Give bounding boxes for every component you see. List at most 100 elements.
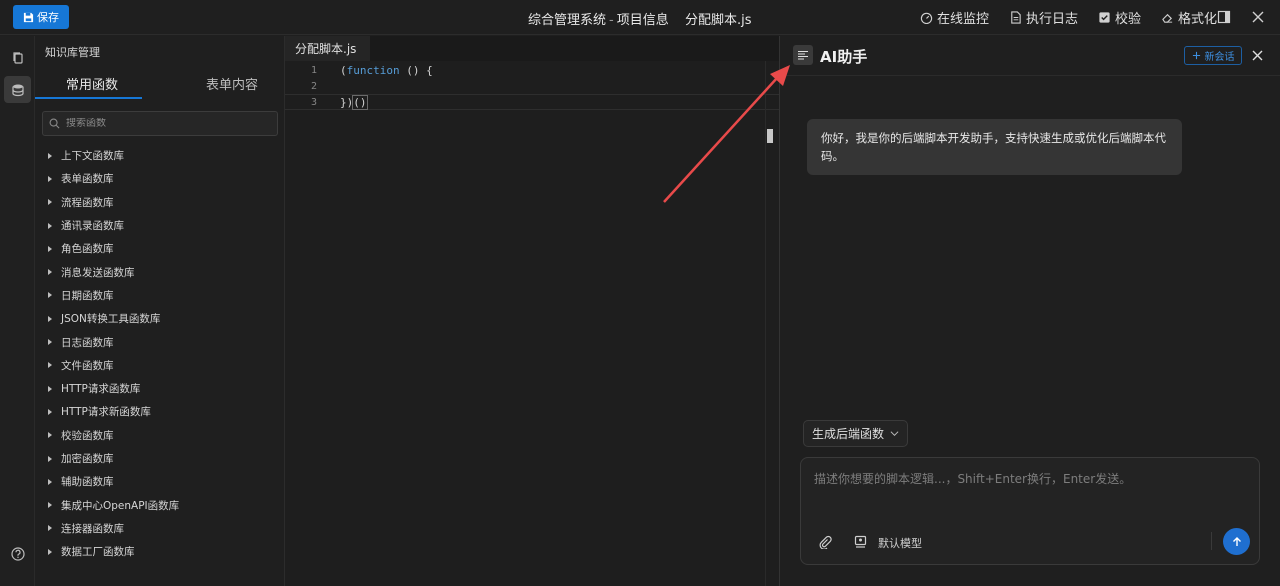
save-label: 保存 [37, 11, 59, 24]
sidebar-tabs: 常用函数 表单内容 [35, 66, 284, 100]
eraser-icon [1162, 13, 1173, 23]
caret-right-icon [48, 432, 52, 439]
system-name: 综合管理系统 [528, 13, 607, 28]
cursor-position-marker [767, 129, 773, 143]
online-monitor-button[interactable]: 在线监控 [920, 8, 989, 27]
save-button[interactable]: 保存 [13, 5, 69, 29]
database-icon [11, 84, 24, 96]
validate-button[interactable]: 校验 [1098, 8, 1141, 27]
library-item[interactable]: 集成中心OpenAPI函数库 [35, 493, 284, 516]
page-title-file: 分配脚本.js [685, 13, 752, 28]
library-item-label: 日志函数库 [61, 336, 114, 349]
library-item[interactable]: 角色函数库 [35, 237, 284, 260]
caret-right-icon [48, 292, 52, 299]
close-icon[interactable] [1251, 10, 1265, 24]
library-item-label: 连接器函数库 [61, 522, 124, 535]
library-item-label: 流程函数库 [61, 196, 114, 209]
execution-log-label: 执行日志 [1026, 12, 1079, 27]
code-line: 1 (function () { [285, 62, 779, 78]
caret-right-icon [48, 525, 52, 532]
new-chat-button[interactable]: 新会话 [1184, 46, 1242, 65]
tab-form-content[interactable]: 表单内容 [206, 74, 258, 93]
code-text: (function () { [340, 63, 433, 77]
save-icon [23, 12, 34, 22]
checkbox-icon [1099, 12, 1110, 23]
library-item[interactable]: 日志函数库 [35, 330, 284, 353]
library-item[interactable]: 辅助函数库 [35, 470, 284, 493]
document-icon [1011, 11, 1021, 24]
chat-input[interactable] [814, 470, 1244, 510]
caret-right-icon [48, 222, 52, 229]
ai-header: AI助手 新会话 [780, 36, 1280, 76]
help-rail-button[interactable] [4, 540, 31, 567]
dashboard-icon [920, 12, 933, 24]
caret-right-icon [48, 339, 52, 346]
activity-rail [0, 36, 35, 586]
library-item-label: 加密函数库 [61, 453, 114, 465]
input-divider [1211, 532, 1212, 550]
execution-log-button[interactable]: 执行日志 [1009, 8, 1078, 27]
format-button[interactable]: 格式化 [1161, 8, 1217, 27]
library-item-label: 上下文函数库 [61, 150, 124, 163]
library-item[interactable]: 日期函数库 [35, 284, 284, 307]
files-rail-button[interactable] [4, 44, 31, 71]
online-monitor-label: 在线监控 [937, 12, 990, 27]
caret-right-icon [48, 362, 52, 369]
top-bar: 保存 综合管理系统 - 项目信息 分配脚本.js 在线监控 执行日志 校验 格式化 [0, 0, 1280, 35]
chevron-down-icon [890, 431, 899, 437]
library-item[interactable]: JSON转换工具函数库 [35, 307, 284, 330]
caret-right-icon [48, 455, 52, 462]
library-item[interactable]: HTTP请求函数库 [35, 377, 284, 400]
library-item[interactable]: 流程函数库 [35, 191, 284, 214]
ai-menu-button[interactable] [793, 45, 813, 65]
knowledge-rail-button[interactable] [4, 76, 31, 103]
library-item-label: HTTP请求函数库 [61, 383, 141, 396]
library-item-label: 校验函数库 [61, 429, 114, 442]
caret-right-icon [48, 478, 52, 485]
generate-function-dropdown[interactable]: 生成后端函数 [803, 420, 908, 447]
generate-function-label: 生成后端函数 [811, 427, 884, 441]
search-input[interactable] [66, 118, 266, 129]
help-icon [10, 546, 25, 561]
list-menu-icon [798, 51, 808, 60]
format-label: 格式化 [1178, 12, 1218, 27]
function-library-list: 上下文函数库表单函数库流程函数库通讯录函数库角色函数库 消息发送函数库日期函数库 J… [35, 144, 284, 563]
library-item[interactable]: 连接器函数库 [35, 517, 284, 540]
library-item[interactable]: 表单函数库 [35, 167, 284, 190]
function-search[interactable] [42, 111, 278, 136]
tab-common-functions[interactable]: 常用函数 [66, 74, 118, 93]
ai-assistant-panel: AI助手 新会话 你好，我是你的后端脚本开发助手，支持快速生成或优化后端脚本代码… [780, 36, 1280, 586]
editor-scrollbar[interactable] [765, 61, 766, 586]
paperclip-icon[interactable] [818, 535, 832, 549]
search-icon [49, 118, 60, 129]
editor-tab-active[interactable]: 分配脚本.js [285, 36, 370, 61]
library-item[interactable]: 消息发送函数库 [35, 260, 284, 283]
code-editor: 分配脚本.js 1 (function () { 2 3 })() [285, 36, 779, 586]
library-item-label: 通讯录函数库 [61, 220, 124, 233]
library-item[interactable]: 加密函数库 [35, 447, 284, 470]
model-selector[interactable]: 默认模型 [878, 535, 922, 551]
code-area[interactable]: 1 (function () { 2 3 })() [285, 61, 779, 586]
library-item[interactable]: 通讯录函数库 [35, 214, 284, 237]
library-item-label: 数据工厂函数库 [61, 546, 135, 559]
library-item[interactable]: 上下文函数库 [35, 144, 284, 167]
caret-right-icon [48, 199, 52, 206]
caret-right-icon [48, 315, 52, 322]
line-number: 1 [310, 64, 317, 76]
caret-right-icon [48, 269, 52, 276]
caret-right-icon [48, 548, 52, 555]
send-button[interactable] [1223, 528, 1250, 555]
validate-label: 校验 [1115, 12, 1142, 27]
chat-input-box: 默认模型 [800, 457, 1260, 565]
close-icon[interactable] [1251, 49, 1264, 62]
library-item[interactable]: 数据工厂函数库 [35, 540, 284, 563]
library-item[interactable]: 文件函数库 [35, 354, 284, 377]
code-text: })() [340, 94, 368, 110]
library-item[interactable]: HTTP请求新函数库 [35, 400, 284, 423]
code-line: 2 [285, 78, 779, 94]
sidebar-toggle-icon[interactable] [1217, 10, 1231, 24]
library-item-label: 日期函数库 [61, 289, 114, 302]
model-icon[interactable] [854, 535, 867, 548]
library-item[interactable]: 校验函数库 [35, 424, 284, 447]
ai-title: AI助手 [820, 48, 868, 66]
